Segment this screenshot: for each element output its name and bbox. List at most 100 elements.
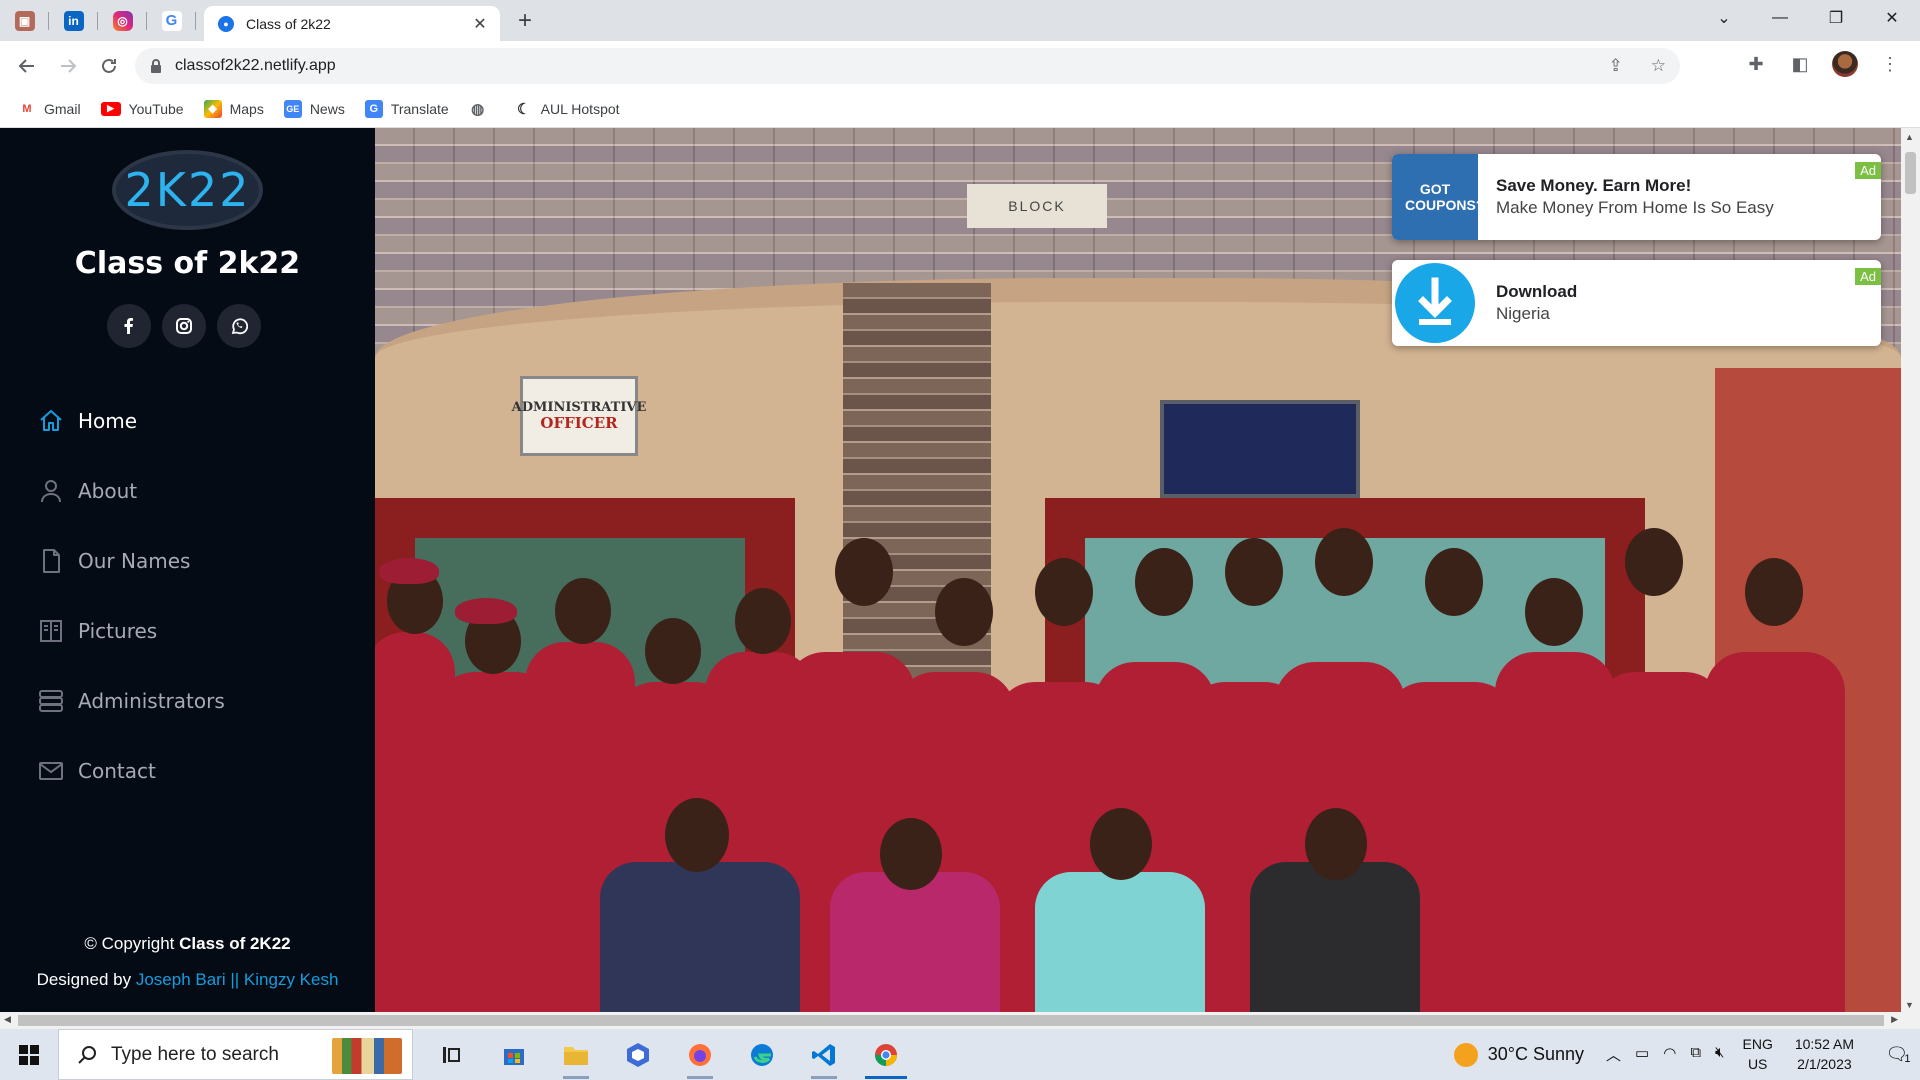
file-explorer-button[interactable]: [545, 1029, 607, 1080]
gmail-profile-icon: ▣: [14, 10, 35, 31]
close-tab-icon[interactable]: ✕: [470, 14, 490, 34]
pinned-tab-instagram[interactable]: ◎: [98, 0, 147, 41]
nav-administrators[interactable]: Administrators: [0, 666, 375, 736]
students-group: [375, 528, 1901, 1012]
scroll-right-arrow-icon[interactable]: ▶: [1891, 1014, 1898, 1025]
bookmark-maps[interactable]: ◆ Maps: [203, 99, 264, 118]
profile-avatar[interactable]: [1832, 51, 1858, 77]
nav-contact[interactable]: Contact: [0, 736, 375, 806]
forward-button[interactable]: [54, 52, 82, 80]
vertical-scroll-thumb[interactable]: [1905, 152, 1916, 194]
designer-2-link[interactable]: Kingzy Kesh: [244, 970, 339, 989]
meet-now-icon[interactable]: ⧉: [1690, 1044, 1701, 1065]
app-icon: [627, 1042, 649, 1067]
globe-icon: ◍: [471, 100, 485, 118]
vscode-button[interactable]: [793, 1029, 855, 1080]
chevron-up-icon[interactable]: ︿: [1606, 1044, 1621, 1065]
nav-pictures[interactable]: Pictures: [0, 596, 375, 666]
lang-line1: ENG: [1742, 1035, 1773, 1052]
url-text[interactable]: classof2k22.netlify.app: [175, 57, 336, 75]
task-view-button[interactable]: [421, 1029, 483, 1080]
site-title[interactable]: Class of 2k22: [0, 246, 375, 281]
new-tab-button[interactable]: +: [510, 6, 540, 36]
scroll-left-arrow-icon[interactable]: ◀: [4, 1014, 11, 1025]
aul-hotspot-icon: ☾: [516, 100, 531, 118]
instagram-icon: [176, 318, 192, 334]
gmail-icon: M: [22, 102, 32, 115]
bookmark-translate[interactable]: G Translate: [364, 99, 449, 118]
store-button[interactable]: [483, 1029, 545, 1080]
news-icon: GE: [283, 99, 302, 118]
clock[interactable]: 10:52 AM 2/1/2023: [1795, 1035, 1854, 1074]
address-bar[interactable]: classof2k22.netlify.app ⇪ ☆: [135, 48, 1680, 84]
notifications-button[interactable]: 🗨︎ 1: [1876, 1029, 1920, 1080]
pinned-tab-gmail-profile[interactable]: ▣: [0, 0, 49, 41]
firefox-icon: [689, 1043, 711, 1066]
ad-card-download[interactable]: Download Nigeria Ad: [1392, 260, 1881, 346]
sun-icon: [1453, 1042, 1478, 1067]
weather-widget[interactable]: 30°C Sunny: [1453, 1042, 1584, 1067]
back-button[interactable]: [13, 52, 41, 80]
battery-icon[interactable]: ▭: [1635, 1044, 1649, 1065]
input-language[interactable]: ENG US: [1743, 1035, 1773, 1074]
bookmark-label: Translate: [390, 100, 449, 117]
bookmark-label: Maps: [229, 100, 264, 117]
active-tab[interactable]: ● Class of 2k22 ✕: [204, 6, 500, 41]
start-button[interactable]: [0, 1029, 58, 1080]
download-arrow-icon: [1395, 263, 1475, 343]
firefox-button[interactable]: [669, 1029, 731, 1080]
more-menu-icon[interactable]: ⋮: [1878, 52, 1902, 76]
lang-line2: US: [1747, 1055, 1768, 1072]
facebook-link[interactable]: [107, 304, 151, 348]
whatsapp-link[interactable]: [217, 304, 261, 348]
ad-title: Download: [1496, 282, 1578, 301]
site-sidebar: 2K22 Class of 2k22 Home About Our Names …: [0, 128, 375, 1012]
copyright-prefix: © Copyright: [84, 934, 175, 953]
maximize-button[interactable]: ❐: [1808, 0, 1864, 36]
volume-muted-icon[interactable]: 🔇︎: [1715, 1044, 1724, 1065]
chrome-button[interactable]: [855, 1029, 917, 1080]
admin-sign-line2: OFFICER: [540, 413, 618, 432]
pinned-tab-google[interactable]: G: [147, 0, 196, 41]
bookmark-gmail[interactable]: M Gmail: [18, 100, 80, 118]
wifi-icon[interactable]: ◠: [1663, 1044, 1676, 1065]
browser-toolbar: classof2k22.netlify.app ⇪ ☆ ✚ ◧ ⋮: [0, 41, 1920, 90]
nav-our-names[interactable]: Our Names: [0, 526, 375, 596]
bookmark-globe[interactable]: ◍: [469, 100, 495, 118]
close-window-button[interactable]: ✕: [1864, 0, 1920, 36]
nav-label: About: [78, 479, 138, 503]
edge-button[interactable]: [731, 1029, 793, 1080]
bookmark-news[interactable]: GE News: [283, 99, 345, 118]
windows-logo-icon: [19, 1044, 39, 1065]
hero-class-photo: BLOCK ADMINISTRATIVE OFFICER GOT COUPONS…: [375, 128, 1901, 1012]
bookmark-youtube[interactable]: ▶ YouTube: [100, 101, 184, 117]
bookmark-aul-hotspot[interactable]: ☾ AUL Hotspot: [515, 100, 620, 118]
pinned-tab-linkedin[interactable]: in: [49, 0, 98, 41]
reload-button[interactable]: [95, 52, 123, 80]
site-logo[interactable]: 2K22: [112, 150, 263, 230]
nav-home[interactable]: Home: [0, 386, 375, 456]
vertical-scrollbar[interactable]: ▲ ▼: [1901, 128, 1920, 1012]
horizontal-scrollbar[interactable]: ◀ ▶: [0, 1012, 1920, 1029]
extensions-puzzle-icon[interactable]: ✚: [1744, 52, 1768, 76]
designer-1-link[interactable]: Joseph Bari: [136, 970, 226, 989]
taskbar-search[interactable]: Type here to search: [58, 1029, 413, 1080]
bookmark-star-icon[interactable]: ☆: [1651, 56, 1666, 76]
coupons-ad-image-text: GOT COUPONS?: [1405, 181, 1485, 213]
horizontal-scroll-thumb[interactable]: [18, 1015, 1884, 1026]
scroll-up-arrow-icon[interactable]: ▲: [1905, 132, 1914, 142]
forward-arrow-icon: [61, 58, 77, 73]
ad-card-coupons[interactable]: GOT COUPONS? Save Money. Earn More! Make…: [1392, 154, 1881, 240]
instagram-link[interactable]: [162, 304, 206, 348]
ad-badge: Ad: [1855, 162, 1881, 179]
tab-search-icon[interactable]: ⌄: [1696, 0, 1752, 36]
side-panel-icon[interactable]: ◧: [1788, 52, 1812, 76]
nav-about[interactable]: About: [0, 456, 375, 526]
share-icon[interactable]: ⇪: [1609, 56, 1623, 76]
maps-icon: ◆: [203, 99, 222, 118]
youtube-icon: ▶: [100, 101, 121, 116]
scroll-down-arrow-icon[interactable]: ▼: [1905, 1000, 1914, 1010]
designed-by-label: Designed by: [36, 970, 132, 989]
app-button[interactable]: [607, 1029, 669, 1080]
minimize-button[interactable]: —: [1752, 0, 1808, 36]
